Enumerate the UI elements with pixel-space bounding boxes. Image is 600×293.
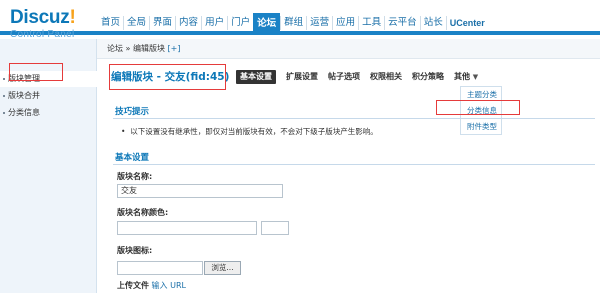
forum-name-color-label: 版块名称颜色: [117, 208, 169, 217]
tab-post-options[interactable]: 帖子选项 [328, 70, 360, 84]
nav-apps[interactable]: 应用 [332, 16, 358, 30]
sidebar-highlight-box [9, 63, 63, 81]
dropdown-highlight-box [436, 100, 520, 115]
bullet-icon: • [121, 127, 126, 136]
sidebar-item-forum-merge[interactable]: 版块合并 [0, 88, 97, 104]
basic-settings-title: 基本设置 [115, 153, 150, 163]
enter-url-link[interactable]: 输入 URL [152, 281, 186, 290]
nav-interface[interactable]: 界面 [149, 16, 175, 30]
nav-cloud[interactable]: 云平台 [384, 16, 420, 30]
nav-portal[interactable]: 门户 [227, 16, 253, 30]
logo-text: Discuz [10, 7, 70, 28]
nav-users[interactable]: 用户 [201, 16, 227, 30]
tips-divider [113, 118, 595, 119]
logo-bang: ! [69, 7, 76, 28]
dropdown-item-attachment-types[interactable]: 附件类型 [461, 120, 503, 133]
nav-content[interactable]: 内容 [175, 16, 201, 30]
forum-name-label: 版块名称: [117, 172, 153, 181]
upload-row: 上传文件 输入 URL [117, 280, 186, 291]
nav-forum[interactable]: 论坛 [253, 13, 281, 35]
tab-credit-policy[interactable]: 积分策略 [412, 70, 444, 84]
forum-icon-file-input[interactable] [117, 261, 203, 275]
nav-global[interactable]: 全局 [123, 16, 149, 30]
breadcrumb-path: 论坛 » 编辑版块 [107, 44, 165, 53]
nav-operations[interactable]: 运营 [306, 16, 332, 30]
tab-extended-settings[interactable]: 扩展设置 [286, 70, 318, 84]
browse-button[interactable]: 浏览... [204, 261, 241, 275]
discuz-logo[interactable]: Discuz! Control Panel [10, 7, 76, 40]
tips-title: 技巧提示 [115, 107, 150, 117]
color-picker-swatch[interactable] [261, 221, 289, 235]
breadcrumb: 论坛 » 编辑版块 [+] [97, 39, 600, 59]
nav-tools[interactable]: 工具 [358, 16, 384, 30]
tab-other[interactable]: 其他 ▼ [454, 70, 478, 84]
title-highlight-box [109, 64, 226, 90]
settings-tabs: 基本设置 扩展设置 帖子选项 权限相关 积分策略 其他 ▼ [236, 70, 488, 84]
nav-webmaster[interactable]: 站长 [419, 16, 446, 30]
forum-name-input[interactable]: 交友 [117, 184, 283, 198]
forum-name-color-input[interactable] [117, 221, 257, 235]
chevron-down-icon: ▼ [472, 73, 479, 81]
forum-icon-label: 版块图标: [117, 246, 153, 255]
tip-text-content: 以下设置没有继承性，即仅对当前版块有效，不会对下级子版块产生影响。 [130, 127, 378, 136]
nav-ucenter[interactable]: UCenter [445, 16, 488, 30]
upload-file-label: 上传文件 [117, 281, 149, 290]
sidebar-item-category-info[interactable]: 分类信息 [0, 105, 97, 121]
nav-groups[interactable]: 群组 [280, 16, 306, 30]
tab-other-label: 其他 [454, 72, 470, 81]
tip-text: • 以下设置没有继承性，即仅对当前版块有效，不会对下级子版块产生影响。 [121, 126, 378, 137]
nav-home[interactable]: 首页 [98, 16, 123, 30]
tab-permissions[interactable]: 权限相关 [370, 70, 402, 84]
basic-settings-divider [113, 164, 595, 165]
tab-basic-settings[interactable]: 基本设置 [236, 70, 276, 84]
breadcrumb-add-button[interactable]: [+] [168, 44, 181, 53]
header: Discuz! Control Panel 首页 全局 界面 内容 用户 门户 … [0, 0, 600, 40]
top-navigation: 首页 全局 界面 内容 用户 门户 论坛 群组 运营 应用 工具 云平台 站长 … [98, 13, 488, 35]
